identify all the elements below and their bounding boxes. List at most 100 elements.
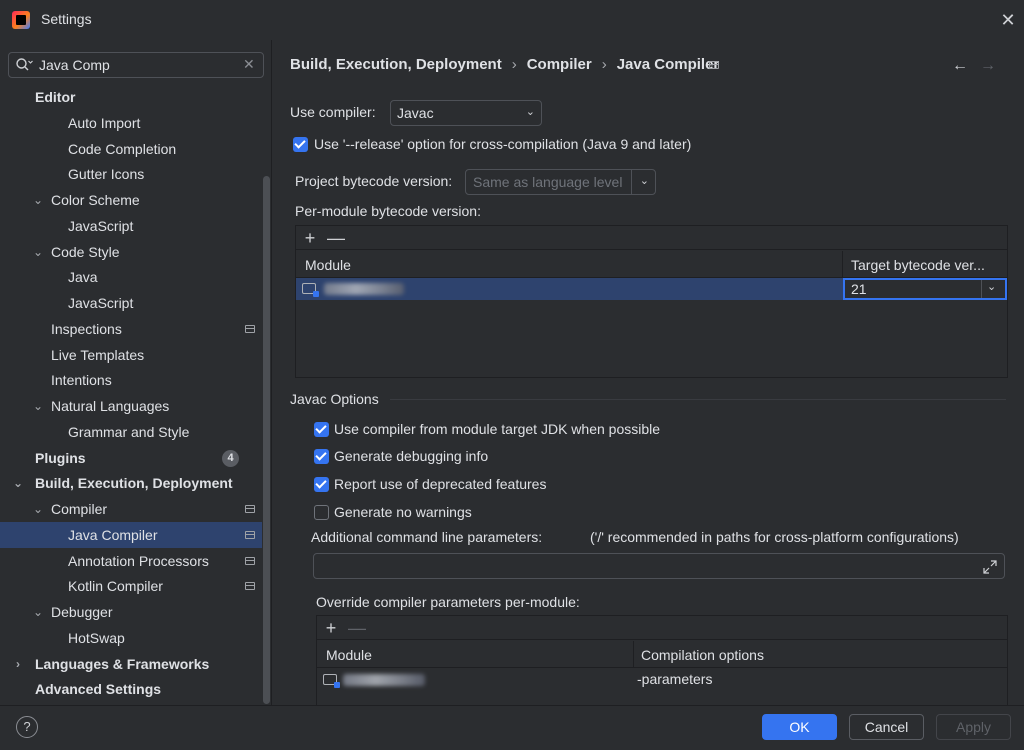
sidebar-item-intentions[interactable]: Intentions <box>0 367 262 393</box>
project-bytecode-select[interactable]: Same as language level ⌄ <box>465 169 656 195</box>
column-header-target-bytecode[interactable]: Target bytecode ver... <box>851 257 985 273</box>
sidebar-item-java[interactable]: Java <box>0 264 262 290</box>
sidebar-item-label: Java <box>68 269 98 286</box>
sidebar-item-hotswap[interactable]: HotSwap <box>0 625 262 651</box>
sidebar-item-build-execution-deployment[interactable]: ⌄ Build, Execution, Deployment <box>0 470 262 496</box>
module-name-redacted <box>324 283 404 295</box>
sidebar-item-grammar-and-style[interactable]: Grammar and Style <box>0 419 262 445</box>
sidebar-item-java-compiler[interactable]: Java Compiler <box>0 521 262 548</box>
chevron-down-icon[interactable]: ⌄ <box>32 393 44 419</box>
sidebar-item-natural-languages[interactable]: ⌄ Natural Languages <box>0 393 262 419</box>
sidebar-item-plugins[interactable]: Plugins 4 <box>0 445 262 471</box>
ok-button[interactable]: OK <box>762 714 837 740</box>
target-bytecode-value: 21 <box>851 281 867 297</box>
table-row[interactable] <box>296 278 843 300</box>
app-logo-icon <box>12 11 30 29</box>
sidebar-item-label: Natural Languages <box>51 398 170 414</box>
module-folder-icon <box>302 283 319 297</box>
sidebar-item-advanced-settings[interactable]: Advanced Settings <box>0 676 262 702</box>
sidebar-item-kotlin-compiler[interactable]: Kotlin Compiler <box>0 573 262 599</box>
breadcrumb: Build, Execution, Deployment › Compiler › Ja… <box>290 56 719 73</box>
sidebar-item-auto-import[interactable]: Auto Import <box>0 110 262 136</box>
apply-button[interactable]: Apply <box>936 714 1011 740</box>
back-arrow-icon[interactable]: ← <box>952 57 968 75</box>
column-header-module[interactable]: Module <box>305 257 351 273</box>
sidebar-item-label: Auto Import <box>68 114 141 131</box>
search-box[interactable]: ✕ <box>8 52 264 78</box>
table-toolbar: + — <box>296 226 1007 250</box>
no-warnings-label: Generate no warnings <box>334 504 472 520</box>
column-header-module[interactable]: Module <box>326 647 372 663</box>
breadcrumb-part: Compiler <box>526 56 592 73</box>
add-icon[interactable]: + <box>301 226 319 250</box>
deprecated-features-checkbox[interactable] <box>314 477 329 492</box>
sidebar-item-label: Languages & Frameworks <box>35 655 210 672</box>
chevron-right-icon[interactable]: › <box>12 651 24 677</box>
module-folder-icon <box>323 674 340 688</box>
table-toolbar: + — <box>317 616 1007 640</box>
sidebar-item-label: Code Completion <box>68 140 177 157</box>
sidebar-item-gutter-icons[interactable]: Gutter Icons <box>0 161 262 187</box>
release-option-checkbox[interactable] <box>293 137 308 152</box>
remove-icon[interactable]: — <box>327 226 345 250</box>
per-module-table: + — Module Target bytecode ver... 21 ⌄ <box>295 225 1008 378</box>
sidebar-scrollbar[interactable] <box>263 176 270 704</box>
cmd-params-hint: ('/' recommended in paths for cross-plat… <box>590 529 959 545</box>
project-level-icon <box>709 61 719 69</box>
sidebar-item-color-scheme[interactable]: ⌄ Color Scheme <box>0 187 262 213</box>
remove-icon[interactable]: — <box>348 616 366 640</box>
project-level-icon <box>245 556 255 565</box>
sidebar-item-javascript[interactable]: JavaScript <box>0 213 262 239</box>
title-bar <box>0 0 1024 40</box>
sidebar-item-code-completion[interactable]: Code Completion <box>0 136 262 162</box>
chevron-down-icon: ⌄ <box>987 281 997 293</box>
help-icon[interactable]: ? <box>16 716 38 738</box>
no-warnings-checkbox[interactable] <box>314 505 329 520</box>
cancel-button[interactable]: Cancel <box>849 714 924 740</box>
sidebar-item-label: Gutter Icons <box>68 166 145 183</box>
sidebar-item-debugger[interactable]: ⌄ Debugger <box>0 599 262 625</box>
search-input[interactable] <box>39 57 239 73</box>
chevron-down-icon[interactable]: ⌄ <box>32 496 44 522</box>
sidebar-item-editor[interactable]: Editor <box>0 84 262 110</box>
chevron-down-icon[interactable]: ⌄ <box>32 239 44 265</box>
project-bytecode-value: Same as language level <box>473 174 623 190</box>
table-row[interactable]: -parameters <box>317 668 1007 692</box>
sidebar-item-live-templates[interactable]: Live Templates <box>0 342 262 368</box>
sidebar-item-code-style[interactable]: ⌄ Code Style <box>0 239 262 265</box>
sidebar-item-label: Inspections <box>51 320 122 337</box>
chevron-down-icon: ⌄ <box>639 175 649 187</box>
javac-options-title: Javac Options <box>290 391 379 407</box>
debugging-info-checkbox[interactable] <box>314 449 329 464</box>
add-icon[interactable]: + <box>322 616 340 640</box>
expand-icon[interactable] <box>982 559 998 575</box>
sidebar-item-label: Kotlin Compiler <box>68 578 163 595</box>
sidebar-item-label: Plugins <box>35 449 86 466</box>
clear-search-icon[interactable]: ✕ <box>243 56 255 73</box>
project-level-icon <box>245 505 255 513</box>
column-divider <box>842 251 843 277</box>
updates-badge: 4 <box>222 449 239 467</box>
use-module-jdk-checkbox[interactable] <box>314 422 329 437</box>
sidebar-item-annotation-processors[interactable]: Annotation Processors <box>0 548 262 574</box>
sidebar-item-inspections[interactable]: Inspections <box>0 316 262 342</box>
release-option-label: Use '--release' option for cross-compila… <box>314 136 692 152</box>
cmd-params-label: Additional command line parameters: <box>311 529 543 545</box>
compilation-options-value: -parameters <box>637 671 713 687</box>
forward-arrow-icon[interactable]: → <box>980 57 996 75</box>
sidebar-item-label: Grammar and Style <box>68 423 190 440</box>
sidebar-item-label: Debugger <box>51 604 113 620</box>
chevron-down-icon[interactable]: ⌄ <box>12 470 24 496</box>
close-icon[interactable]: ✕ <box>998 10 1018 30</box>
chevron-down-icon[interactable]: ⌄ <box>32 187 44 213</box>
sidebar-item-compiler[interactable]: ⌄ Compiler <box>0 496 262 522</box>
sidebar-item-label: Build, Execution, Deployment <box>35 475 233 492</box>
sidebar-item-languages-frameworks[interactable]: › Languages & Frameworks <box>0 651 262 677</box>
target-bytecode-select[interactable]: 21 ⌄ <box>843 278 1007 300</box>
column-header-compilation-options[interactable]: Compilation options <box>641 647 764 663</box>
sidebar-item-label: Live Templates <box>51 346 145 363</box>
chevron-down-icon[interactable]: ⌄ <box>32 599 44 625</box>
cmd-params-input[interactable] <box>313 553 1005 579</box>
use-compiler-select[interactable]: Javac ⌄ <box>390 100 542 126</box>
sidebar-item-javascript[interactable]: JavaScript <box>0 290 262 316</box>
